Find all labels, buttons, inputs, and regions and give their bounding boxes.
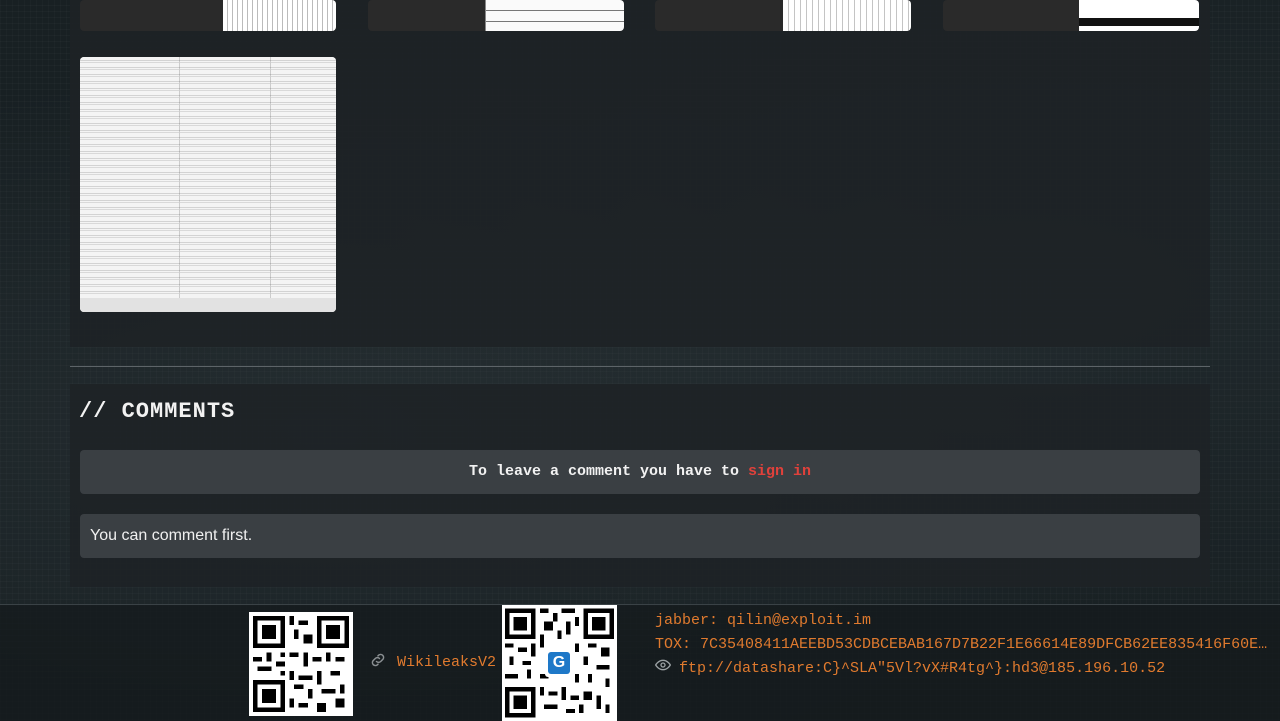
qr-code-icon bbox=[249, 612, 353, 716]
comments-title: // COMMENTS bbox=[79, 399, 236, 424]
eye-icon[interactable] bbox=[655, 657, 672, 681]
no-comments-message: You can comment first. bbox=[80, 514, 1200, 558]
comments-section: // COMMENTS To leave a comment you have … bbox=[70, 384, 1210, 587]
document-thumbnail[interactable] bbox=[80, 0, 336, 31]
wikileaks-link[interactable]: WikileaksV2 bbox=[369, 651, 496, 674]
ftp-link[interactable]: ftp://datashare:C}^SLA"5Vl?vX#R4tg^}:hd3… bbox=[679, 657, 1165, 681]
document-thumbnail[interactable] bbox=[655, 0, 911, 31]
link-icon bbox=[369, 651, 387, 674]
signin-prompt: To leave a comment you have to sign in bbox=[80, 450, 1200, 494]
qr-code-icon: G bbox=[502, 605, 617, 721]
contact-info: jabber: qilin@exploit.im TOX: 7C35408411… bbox=[655, 609, 1275, 681]
ftp-row: ftp://datashare:C}^SLA"5Vl?vX#R4tg^}:hd3… bbox=[655, 657, 1275, 681]
sign-in-link[interactable]: sign in bbox=[748, 463, 811, 480]
document-thumbnail[interactable] bbox=[368, 0, 624, 31]
spreadsheet-thumbnail[interactable] bbox=[80, 57, 336, 312]
wikileaks-link-label: WikileaksV2 bbox=[397, 654, 497, 671]
document-thumbnail[interactable] bbox=[943, 0, 1199, 31]
signin-prompt-text: To leave a comment you have to bbox=[468, 463, 749, 480]
tox-contact[interactable]: TOX: 7C35408411AEEBD53CDBCEBAB167D7B22F1… bbox=[655, 633, 1275, 657]
section-divider bbox=[70, 366, 1210, 367]
document-gallery bbox=[70, 0, 1210, 347]
qr-logo-badge: G bbox=[545, 649, 573, 677]
footer: WikileaksV2 G jabber: qilin@exploit.im T… bbox=[0, 604, 1280, 721]
jabber-contact[interactable]: jabber: qilin@exploit.im bbox=[655, 609, 1275, 633]
